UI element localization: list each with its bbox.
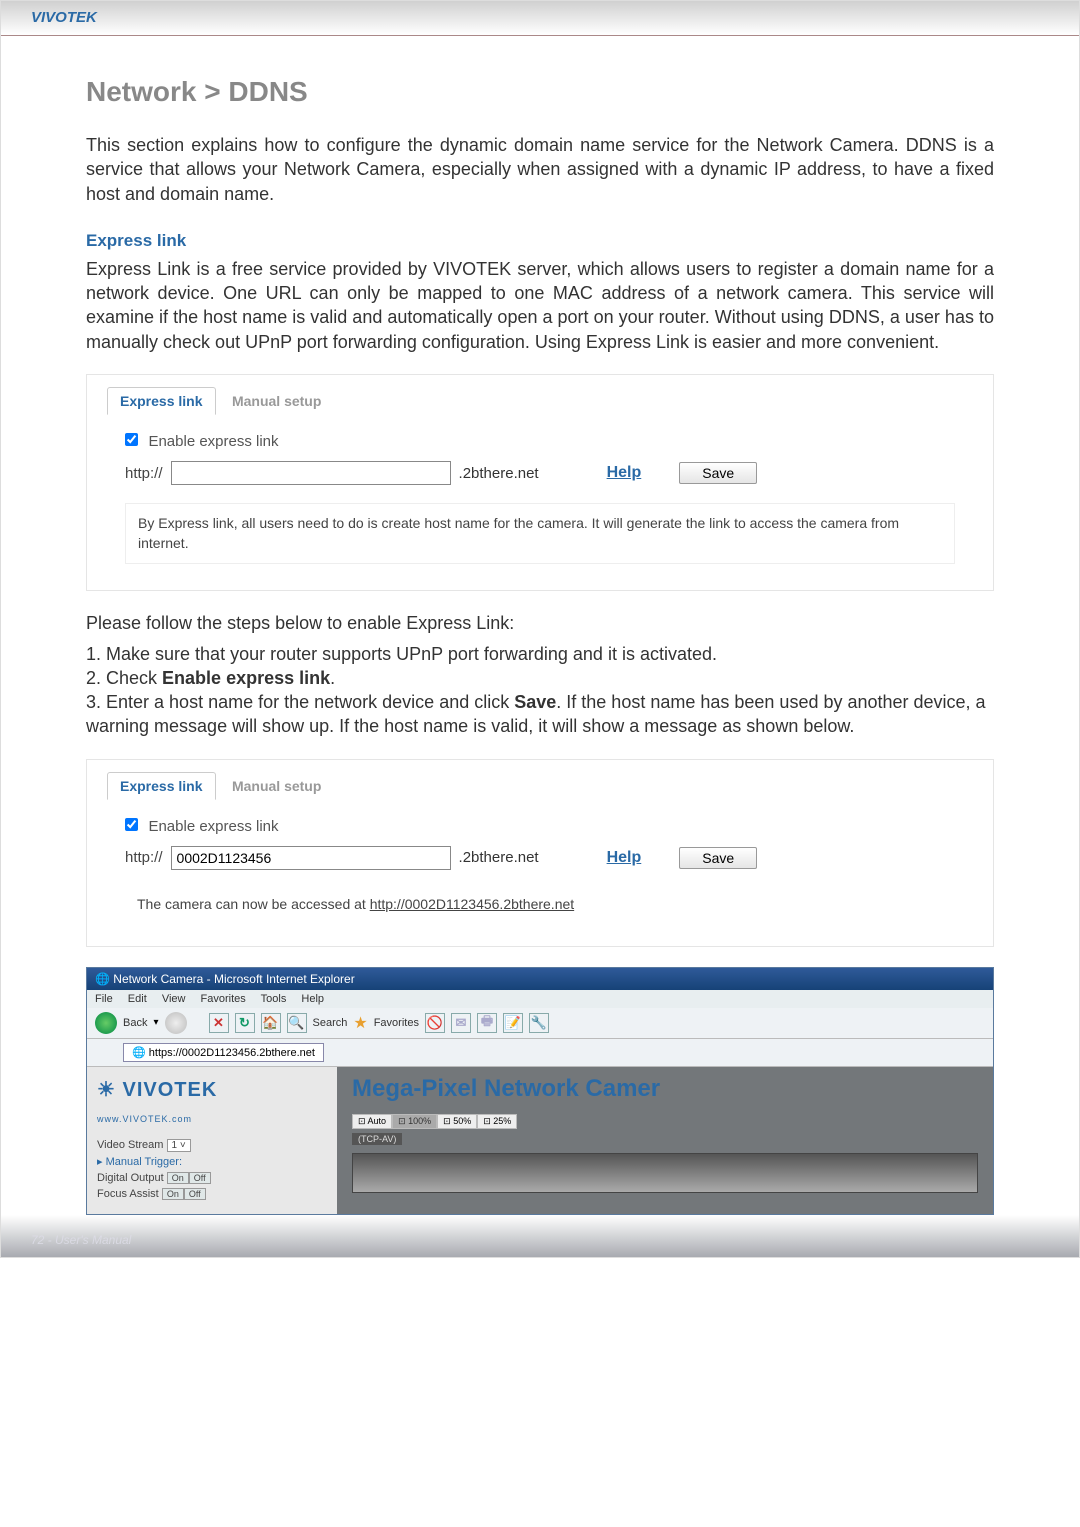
brand-label: VIVOTEK [31, 9, 97, 26]
ie-menu-bar[interactable]: File Edit View Favorites Tools Help [87, 990, 993, 1008]
url-prefix: http:// [125, 465, 163, 482]
url-suffix: .2bthere.net [459, 465, 539, 482]
zoom-100[interactable]: ⊡ 100% [392, 1114, 437, 1129]
page-title: Network > DDNS [86, 76, 994, 108]
url-suffix: .2bthere.net [459, 849, 539, 866]
ie-window-title: 🌐 Network Camera - Microsoft Internet Ex… [87, 968, 993, 990]
video-preview [352, 1153, 978, 1193]
menu-favorites[interactable]: Favorites [201, 993, 246, 1005]
zoom-50[interactable]: ⊡ 50% [437, 1114, 477, 1129]
ie-browser-screenshot: 🌐 Network Camera - Microsoft Internet Ex… [86, 967, 994, 1215]
step-1: 1. Make sure that your router supports U… [86, 642, 994, 666]
protocol-badge: (TCP-AV) [352, 1133, 402, 1145]
hostname-input[interactable] [171, 461, 451, 485]
search-label: Search [313, 1017, 348, 1029]
tab-express-link[interactable]: Express link [107, 772, 216, 800]
favorites-label: Favorites [374, 1017, 419, 1029]
step-2: 2. Check Enable express link. [86, 666, 994, 690]
forward-icon[interactable] [165, 1012, 187, 1034]
page-footer: 72 - User's Manual [1, 1215, 1079, 1257]
camera-page-title: Mega-Pixel Network Camer [352, 1075, 978, 1103]
express-link-desc: Express Link is a free service provided … [86, 257, 994, 354]
success-message: The camera can now be accessed at http:/… [125, 888, 955, 920]
back-icon[interactable] [95, 1012, 117, 1034]
vivotek-logo: ☀ VIVOTEK [97, 1077, 327, 1102]
vivotek-url: www.VIVOTEK.com [97, 1114, 327, 1124]
step-3: 3. Enter a host name for the network dev… [86, 690, 994, 739]
print-icon[interactable]: 🖶 [477, 1013, 497, 1033]
hostname-input[interactable] [171, 846, 451, 870]
back-label: Back [123, 1017, 147, 1029]
menu-file[interactable]: File [95, 993, 113, 1005]
enable-express-link-label: Enable express link [148, 818, 278, 835]
hint-notice: By Express link, all users need to do is… [125, 503, 955, 564]
home-icon[interactable]: 🏠 [261, 1013, 281, 1033]
express-link-panel-2: Express link Manual setup Enable express… [86, 759, 994, 947]
menu-tools[interactable]: Tools [261, 993, 287, 1005]
search-icon[interactable]: 🔍 [287, 1013, 307, 1033]
save-button[interactable]: Save [679, 847, 757, 869]
do-on-button[interactable]: On [167, 1172, 189, 1184]
manual-trigger-row[interactable]: ▸ Manual Trigger: [97, 1155, 327, 1168]
fa-off-button[interactable]: Off [184, 1188, 206, 1200]
menu-edit[interactable]: Edit [128, 993, 147, 1005]
focus-assist-row: Focus Assist OnOff [97, 1188, 327, 1200]
enable-express-link-label: Enable express link [148, 433, 278, 450]
express-link-heading: Express link [86, 231, 994, 251]
enable-express-link-checkbox[interactable] [125, 818, 138, 831]
digital-output-row: Digital Output OnOff [97, 1172, 327, 1184]
url-prefix: http:// [125, 849, 163, 866]
tab-manual-setup[interactable]: Manual setup [220, 773, 333, 799]
tab-express-link[interactable]: Express link [107, 387, 216, 415]
zoom-25[interactable]: ⊡ 25% [477, 1114, 517, 1129]
stop-icon[interactable]: ✕ [209, 1013, 229, 1033]
favorites-icon[interactable]: ★ [353, 1013, 367, 1033]
video-stream-row: Video Stream 1 ˅ [97, 1139, 327, 1151]
express-link-panel-1: Express link Manual setup Enable express… [86, 374, 994, 591]
tool-icon[interactable]: 🔧 [529, 1013, 549, 1033]
enable-express-link-checkbox[interactable] [125, 433, 138, 446]
video-stream-select[interactable]: 1 ˅ [167, 1139, 191, 1152]
menu-view[interactable]: View [162, 993, 186, 1005]
help-link[interactable]: Help [607, 849, 642, 867]
blocked-icon[interactable]: 🚫 [425, 1013, 445, 1033]
access-url-link[interactable]: http://0002D1123456.2bthere.net [370, 896, 574, 912]
address-bar[interactable]: https://0002D1123456.2bthere.net [149, 1047, 315, 1059]
do-off-button[interactable]: Off [189, 1172, 211, 1184]
edit-icon[interactable]: 📝 [503, 1013, 523, 1033]
save-button[interactable]: Save [679, 462, 757, 484]
refresh-icon[interactable]: ↻ [235, 1013, 255, 1033]
steps-lead: Please follow the steps below to enable … [86, 611, 994, 635]
fa-on-button[interactable]: On [162, 1188, 184, 1200]
intro-text: This section explains how to configure t… [86, 133, 994, 206]
tab-manual-setup[interactable]: Manual setup [220, 388, 333, 414]
help-link[interactable]: Help [607, 464, 642, 482]
zoom-auto[interactable]: ⊡ Auto [352, 1114, 392, 1129]
menu-help[interactable]: Help [301, 993, 324, 1005]
mail-icon[interactable]: ✉ [451, 1013, 471, 1033]
